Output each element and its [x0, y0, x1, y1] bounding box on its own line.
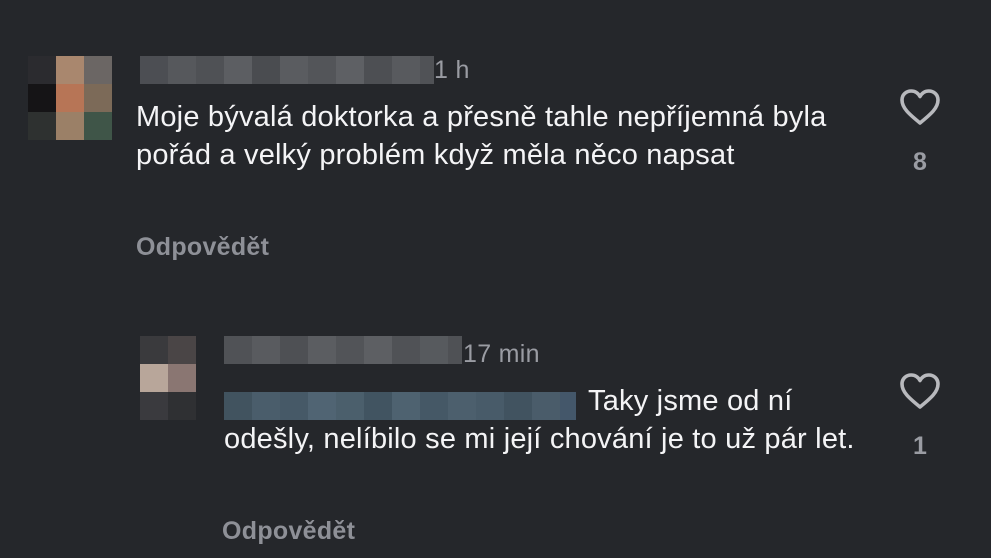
- comment-text: Moje bývalá doktorka a přesně tahle nepř…: [136, 101, 827, 171]
- like-count: 8: [913, 148, 927, 176]
- reply-button[interactable]: Odpovědět: [136, 233, 269, 262]
- username-blurred[interactable]: [140, 56, 434, 84]
- username-blurred[interactable]: [224, 336, 462, 364]
- like-button[interactable]: 8: [895, 88, 945, 177]
- comments-thread: 1 h Moje bývalá doktorka a přesně tahle …: [0, 0, 991, 558]
- comment-timestamp: 17 min: [463, 340, 540, 368]
- avatar[interactable]: [140, 336, 196, 420]
- heart-outline-icon: [895, 372, 945, 410]
- heart-outline-icon: [895, 88, 945, 126]
- like-count: 1: [913, 432, 927, 460]
- like-button[interactable]: 1: [895, 372, 945, 461]
- comment-timestamp: 1 h: [434, 56, 470, 84]
- reply-button[interactable]: Odpovědět: [222, 517, 355, 546]
- avatar[interactable]: [28, 56, 112, 140]
- comment-text: Taky jsme od ní odešly, nelíbilo se mi j…: [224, 385, 855, 455]
